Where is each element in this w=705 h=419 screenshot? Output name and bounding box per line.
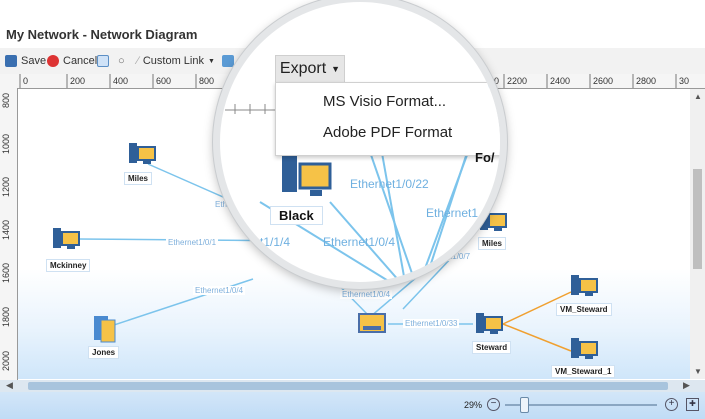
node-label-miles-left[interactable]: Miles (124, 172, 153, 185)
vm-link-line (502, 323, 572, 352)
link-label[interactable]: Ethernet1/0/4 (340, 290, 393, 299)
zoom-level: 29% (464, 400, 483, 410)
horizontal-scroll-thumb[interactable] (28, 382, 668, 390)
cancel-label: Cancel (63, 55, 98, 67)
custom-link-button[interactable]: ∕ Custom Link ▼ (137, 53, 215, 69)
computer-icon[interactable] (475, 311, 503, 342)
ruler-label: 400 (113, 76, 129, 86)
zoom-in-icon[interactable]: + (665, 398, 678, 411)
horizontal-scrollbar[interactable]: ◀ ▶ (0, 380, 705, 392)
link-label[interactable]: Ethernet1 (426, 206, 478, 220)
computer-icon[interactable] (570, 273, 598, 304)
ruler-label: 2400 (550, 76, 571, 86)
window-title: My Network - Network Diagram (6, 27, 198, 42)
ruler-label: 1400 (1, 219, 11, 240)
magnifier-lens: Export ▼ MS Visio Format... Adobe PDF Fo… (213, 0, 507, 289)
scroll-right-icon[interactable]: ▶ (683, 380, 690, 391)
menu-item-ms-visio[interactable]: MS Visio Format... (323, 93, 446, 110)
ruler-label: 1200 (1, 176, 11, 197)
vertical-scrollbar[interactable]: ▲ ▼ (690, 89, 705, 379)
ruler-label: 1800 (1, 306, 11, 327)
pointer-icon (97, 55, 109, 67)
ruler-label: 30 (679, 76, 690, 86)
ruler-label: 200 (70, 76, 86, 86)
magnifier-content: Export ▼ MS Visio Format... Adobe PDF Fo… (220, 2, 500, 282)
server-icon[interactable] (93, 315, 117, 348)
vertical-scroll-thumb[interactable] (693, 169, 702, 269)
lasso-icon: ○ (118, 55, 125, 67)
ruler-label: 2800 (636, 76, 657, 86)
scroll-up-icon[interactable]: ▲ (694, 92, 702, 101)
zoom-out-icon[interactable]: − (487, 398, 500, 411)
node-label-black[interactable]: Black (270, 206, 323, 225)
save-label: Save (21, 55, 47, 67)
ruler-label: 800 (1, 92, 11, 108)
node-label-fo-partial[interactable]: Fo/ (475, 150, 495, 165)
link-label[interactable]: t1/1/4 (260, 235, 290, 249)
link-label[interactable]: Ethernet1/0/22 (350, 177, 429, 191)
zoom-slider-handle[interactable] (520, 397, 529, 413)
export-menu: MS Visio Format... Adobe PDF Format (275, 82, 500, 156)
chevron-down-icon: ▼ (207, 57, 215, 65)
vertical-ruler: 800 1000 1200 1400 1600 1800 2000 (0, 88, 18, 380)
ruler-label: 2600 (593, 76, 614, 86)
custom-link-label: Custom Link (142, 55, 204, 67)
ruler-label: 0 (23, 76, 29, 86)
link-icon: ∕ (137, 55, 139, 67)
node-label-vm-steward-1[interactable]: VM_Steward_1 (551, 365, 616, 378)
save-icon (5, 55, 17, 67)
ruler-label: 1000 (1, 133, 11, 154)
computer-icon[interactable] (570, 336, 598, 367)
node-label-vm-steward[interactable]: VM_Steward (556, 303, 612, 316)
save-button[interactable]: Save (5, 53, 46, 69)
computer-icon[interactable] (52, 226, 80, 257)
scroll-down-icon[interactable]: ▼ (694, 367, 702, 376)
ruler-label: 800 (199, 76, 215, 86)
ruler-label: 2000 (1, 350, 11, 371)
computer-icon[interactable] (128, 141, 156, 172)
node-label-mckinney[interactable]: Mckinney (46, 259, 91, 272)
node-label-steward[interactable]: Steward (472, 341, 512, 354)
ruler-label: 600 (156, 76, 172, 86)
select-tool-button[interactable] (97, 53, 109, 69)
switch-icon[interactable] (358, 312, 386, 341)
link-label[interactable]: Ethernet1/0/4 (323, 235, 395, 249)
link-label[interactable]: Ethernet1/0/1 (166, 238, 219, 247)
export-label: Export (279, 60, 327, 77)
node-label-jones[interactable]: Jones (88, 346, 120, 359)
fit-to-screen-icon[interactable]: ✚ (686, 398, 699, 411)
chevron-down-icon: ▼ (331, 64, 341, 74)
menu-item-adobe-pdf[interactable]: Adobe PDF Format (323, 124, 452, 141)
export-button[interactable]: Export ▼ (275, 55, 345, 83)
link-label[interactable]: Ethernet1/0/4 (193, 286, 246, 295)
status-bar: 29% − + ✚ (0, 392, 705, 419)
ruler-label: 1600 (1, 262, 11, 283)
cancel-icon (47, 55, 59, 67)
cancel-button[interactable]: Cancel (47, 53, 97, 69)
scroll-left-icon[interactable]: ◀ (6, 380, 13, 391)
ruler-label: 2200 (507, 76, 528, 86)
lasso-tool-button[interactable]: ○ (118, 53, 125, 69)
link-label[interactable]: Ethernet1/0/33 (403, 319, 460, 328)
